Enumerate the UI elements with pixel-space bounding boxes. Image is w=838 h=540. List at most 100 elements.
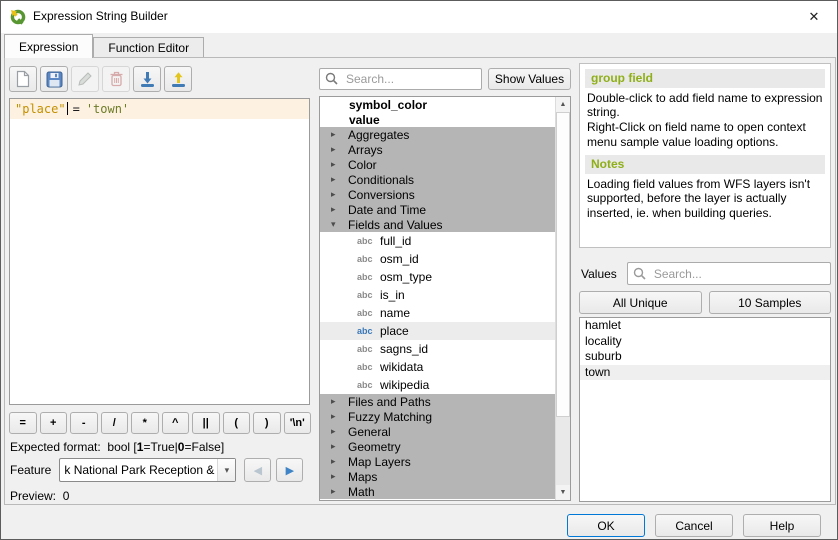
string-field-icon: abc xyxy=(357,380,380,390)
tree-item-symbol-color[interactable]: symbol_color xyxy=(320,97,555,112)
operator-button-[interactable]: ^ xyxy=(162,412,190,434)
tree-item-place[interactable]: abcplace xyxy=(320,322,555,340)
ok-button[interactable]: OK xyxy=(567,514,645,537)
tree-scrollbar[interactable]: ▲ ▼ xyxy=(555,97,570,500)
operator-button-[interactable]: ( xyxy=(223,412,251,434)
chevron-right-icon[interactable]: ▸ xyxy=(331,129,348,140)
feature-label: Feature xyxy=(10,463,51,477)
tree-group-fields-and-values[interactable]: ▾Fields and Values xyxy=(320,217,555,232)
tree-item-osm-type[interactable]: abcosm_type xyxy=(320,268,555,286)
values-row: Values xyxy=(581,262,831,285)
chevron-right-icon[interactable]: ▸ xyxy=(331,441,348,452)
save-expression-button[interactable] xyxy=(40,66,68,92)
function-search-input[interactable] xyxy=(319,68,482,90)
operator-button-n[interactable]: '\n' xyxy=(284,412,312,434)
chevron-down-icon[interactable]: ▾ xyxy=(217,459,235,481)
new-expression-button[interactable] xyxy=(9,66,37,92)
arrow-left-icon: ◀ xyxy=(254,464,262,477)
tree-group-aggregates[interactable]: ▸Aggregates xyxy=(320,127,555,142)
tree-group-files-and-paths[interactable]: ▸Files and Paths xyxy=(320,394,555,409)
help-notes-body: Loading field values from WFS layers isn… xyxy=(587,177,823,221)
expression-token-string: 'town' xyxy=(86,102,129,116)
tree-item-label: is_in xyxy=(380,288,405,302)
tree-item-label: Conversions xyxy=(348,188,415,202)
tree-item-label: wikipedia xyxy=(380,378,429,392)
chevron-right-icon[interactable]: ▸ xyxy=(331,174,348,185)
tree-group-date-and-time[interactable]: ▸Date and Time xyxy=(320,202,555,217)
chevron-right-icon[interactable]: ▸ xyxy=(331,486,348,497)
operator-button-[interactable]: * xyxy=(131,412,159,434)
chevron-right-icon[interactable]: ▸ xyxy=(331,471,348,482)
tree-item-label: osm_type xyxy=(380,270,432,284)
tree-item-sagns-id[interactable]: abcsagns_id xyxy=(320,340,555,358)
chevron-right-icon[interactable]: ▸ xyxy=(331,144,348,155)
tree-group-conversions[interactable]: ▸Conversions xyxy=(320,187,555,202)
tree-item-label: Conditionals xyxy=(348,173,414,187)
chevron-right-icon[interactable]: ▸ xyxy=(331,189,348,200)
tree-group-color[interactable]: ▸Color xyxy=(320,157,555,172)
values-search-input[interactable] xyxy=(627,262,831,285)
chevron-right-icon[interactable]: ▸ xyxy=(331,159,348,170)
tree-group-fuzzy-matching[interactable]: ▸Fuzzy Matching xyxy=(320,409,555,424)
feature-combobox[interactable]: k National Park Reception & Shop ▾ xyxy=(59,458,236,482)
value-item-hamlet[interactable]: hamlet xyxy=(580,318,830,334)
tree-group-math[interactable]: ▸Math xyxy=(320,484,555,499)
chevron-right-icon[interactable]: ▸ xyxy=(331,426,348,437)
operator-button-[interactable]: / xyxy=(101,412,129,434)
titlebar: Expression String Builder ✕ xyxy=(1,1,837,33)
all-unique-button[interactable]: All Unique xyxy=(579,291,702,314)
tree-item-wikipedia[interactable]: abcwikipedia xyxy=(320,376,555,394)
tree-item-full-id[interactable]: abcfull_id xyxy=(320,232,555,250)
import-expression-button[interactable] xyxy=(133,66,161,92)
help-body: Double-click to add field name to expres… xyxy=(587,91,823,150)
close-icon[interactable]: ✕ xyxy=(797,5,831,29)
arrow-right-icon: ▶ xyxy=(286,464,294,477)
tree-group-geometry[interactable]: ▸Geometry xyxy=(320,439,555,454)
chevron-right-icon[interactable]: ▸ xyxy=(331,456,348,467)
expression-token-field: "place" xyxy=(15,102,66,116)
string-field-icon: abc xyxy=(357,290,380,300)
scroll-down-icon[interactable]: ▼ xyxy=(556,485,570,500)
help-button[interactable]: Help xyxy=(743,514,821,537)
scrollbar-thumb[interactable] xyxy=(556,112,570,417)
tree-group-maps[interactable]: ▸Maps xyxy=(320,469,555,484)
tree-item-value[interactable]: value xyxy=(320,112,555,127)
tab-function-editor[interactable]: Function Editor xyxy=(93,37,204,58)
string-field-icon: abc xyxy=(357,308,380,318)
tree-item-is-in[interactable]: abcis_in xyxy=(320,286,555,304)
chevron-right-icon[interactable]: ▸ xyxy=(331,396,348,407)
export-expression-button[interactable] xyxy=(164,66,192,92)
tree-group-map-layers[interactable]: ▸Map Layers xyxy=(320,454,555,469)
feature-row: Feature k National Park Reception & Shop… xyxy=(10,458,303,482)
tree-item-label: symbol_color xyxy=(349,98,427,112)
operator-button-[interactable]: = xyxy=(9,412,37,434)
tree-group-arrays[interactable]: ▸Arrays xyxy=(320,142,555,157)
new-file-icon xyxy=(15,70,31,88)
tree-item-name[interactable]: abcname xyxy=(320,304,555,322)
function-search xyxy=(319,68,482,90)
chevron-right-icon[interactable]: ▸ xyxy=(331,411,348,422)
expression-editor[interactable]: "place"='town' xyxy=(9,98,310,405)
cancel-button[interactable]: Cancel xyxy=(655,514,733,537)
tab-expression[interactable]: Expression xyxy=(4,34,93,58)
tree-item-wikidata[interactable]: abcwikidata xyxy=(320,358,555,376)
tree-group-general[interactable]: ▸General xyxy=(320,424,555,439)
scroll-up-icon[interactable]: ▲ xyxy=(556,97,570,112)
operator-button-[interactable]: || xyxy=(192,412,220,434)
value-item-town[interactable]: town xyxy=(580,365,830,381)
chevron-right-icon[interactable]: ▸ xyxy=(331,204,348,215)
ten-samples-button[interactable]: 10 Samples xyxy=(709,291,832,314)
tree-item-osm-id[interactable]: abcosm_id xyxy=(320,250,555,268)
tree-group-conditionals[interactable]: ▸Conditionals xyxy=(320,172,555,187)
next-feature-button[interactable]: ▶ xyxy=(276,458,303,482)
operator-button-[interactable]: + xyxy=(40,412,68,434)
operator-button-[interactable]: ) xyxy=(253,412,281,434)
tree-item-label: Maps xyxy=(348,470,377,484)
value-item-suburb[interactable]: suburb xyxy=(580,349,830,365)
value-item-locality[interactable]: locality xyxy=(580,334,830,350)
chevron-down-icon[interactable]: ▾ xyxy=(331,219,348,230)
show-values-button[interactable]: Show Values xyxy=(488,68,571,90)
string-field-icon: abc xyxy=(357,254,380,264)
string-field-icon: abc xyxy=(357,362,380,372)
operator-button-[interactable]: - xyxy=(70,412,98,434)
